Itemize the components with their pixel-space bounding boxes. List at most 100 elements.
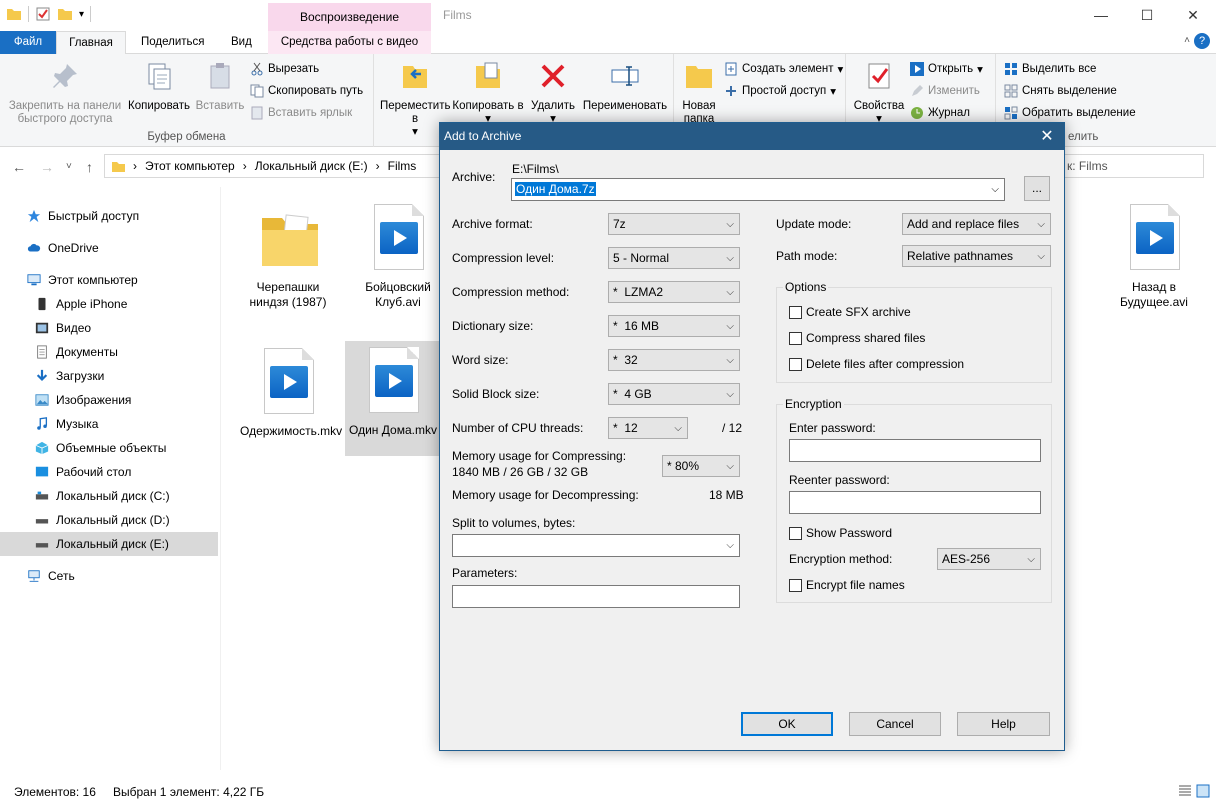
address-field[interactable]: › Этот компьютер › Локальный диск (E:) ›… [104,154,444,178]
invert-selection-button[interactable]: Обратить выделение [1004,106,1136,120]
minimize-button[interactable]: — [1078,0,1124,30]
tab-file[interactable]: Файл [0,31,56,54]
nav-item-documents[interactable]: Документы [0,340,218,364]
select-all-button[interactable]: Выделить все [1004,62,1096,76]
cut-button[interactable]: Вырезать [250,62,319,76]
network-icon [28,570,40,582]
path-mode-select[interactable]: Relative pathnames ⌵ [902,245,1051,267]
chevron-down-icon: ▾ [977,64,983,76]
tiles-view-icon[interactable] [1196,784,1210,798]
nav-item-onedrive[interactable]: OneDrive [0,236,218,260]
archive-path: E:\Films\ [512,162,559,176]
word-size-select[interactable]: * 32 ⌵ [608,349,740,371]
properties-button[interactable]: Свойства ▾ [852,60,906,126]
compression-level-select[interactable]: 5 - Normal ⌵ [608,247,740,269]
pin-quick-access-button[interactable]: Закрепить на панели быстрого доступа [6,60,124,126]
tab-view[interactable]: Вид [221,31,262,54]
open-button[interactable]: Открыть ▾ [910,62,983,76]
password-input[interactable] [789,439,1041,462]
tab-home[interactable]: Главная [56,31,126,55]
solid-block-select[interactable]: * 4 GB ⌵ [608,383,740,405]
chevron-down-icon[interactable]: ⌵ [991,179,999,200]
details-view-icon[interactable] [1178,784,1192,798]
new-folder-icon[interactable] [57,6,73,22]
delete-button[interactable]: Удалить ▾ [526,60,580,126]
compress-shared-checkbox[interactable]: Compress shared files [789,331,925,345]
edit-button[interactable]: Изменить [910,84,980,98]
select-none-button[interactable]: Снять выделение [1004,84,1117,98]
memory-usage-select[interactable]: * 80% ⌵ [662,455,740,477]
history-button[interactable]: Журнал [910,106,970,120]
file-tile[interactable]: Назад в Будущее.avi [1106,198,1202,310]
recent-locations-icon[interactable]: ˅ [66,161,72,172]
tab-share[interactable]: Поделиться [131,31,215,54]
checkbox-box [789,331,802,345]
help-button[interactable]: Help [957,712,1050,736]
qat-dropdown-icon[interactable]: ▾ [79,9,84,20]
easy-access-button[interactable]: Простой доступ ▾ [724,84,836,98]
archive-name-input[interactable]: Один Дома.7z ⌵ [511,178,1005,201]
show-password-checkbox[interactable]: Show Password [789,526,892,540]
breadcrumb-this-pc[interactable]: Этот компьютер [145,159,235,173]
copy-path-button[interactable]: Скопировать путь [250,84,363,98]
encryption-method-select[interactable]: AES-256 ⌵ [937,548,1041,570]
history-icon [911,107,923,119]
nav-item-drive-c[interactable]: Локальный диск (C:) [0,484,218,508]
breadcrumb-drive-e[interactable]: Локальный диск (E:) [255,159,368,173]
nav-item-desktop[interactable]: Рабочий стол [0,460,218,484]
cancel-button[interactable]: Cancel [849,712,941,736]
archive-format-select[interactable]: 7z ⌵ [608,213,740,235]
nav-item-3d-objects[interactable]: Объемные объекты [0,436,218,460]
maximize-button[interactable]: ☐ [1124,0,1170,30]
delete-after-checkbox[interactable]: Delete files after compression [789,357,964,371]
reenter-password-input[interactable] [789,491,1041,514]
nav-item-pictures[interactable]: Изображения [0,388,218,412]
breadcrumb-films[interactable]: Films [388,159,417,173]
dictionary-size-select[interactable]: * 16 MB ⌵ [608,315,740,337]
close-icon[interactable]: ✕ [1034,123,1060,150]
forward-arrow-icon[interactable]: → [40,159,54,175]
file-tile[interactable]: Черепашки ниндзя (1987) [240,198,336,310]
nav-item-music[interactable]: Музыка [0,412,218,436]
nav-item-drive-e[interactable]: Локальный диск (E:) [0,532,218,556]
rename-button[interactable]: Переименовать [578,60,672,113]
close-window-button[interactable]: ✕ [1170,0,1216,30]
file-tile-selected[interactable]: Один Дома.mkv [345,341,441,456]
back-arrow-icon[interactable]: ← [12,159,26,175]
nav-item-quick-access[interactable]: Быстрый доступ [0,204,218,228]
search-input[interactable]: к: Films [1060,154,1204,178]
create-sfx-checkbox[interactable]: Create SFX archive [789,305,911,319]
split-volumes-input[interactable]: ⌵ [452,534,740,557]
nav-item-apple-iphone[interactable]: Apple iPhone [0,292,218,316]
nav-item-this-pc[interactable]: Этот компьютер [0,268,218,292]
copy-button[interactable]: Копировать [126,60,192,113]
update-mode-select[interactable]: Add and replace files ⌵ [902,213,1051,235]
collapse-ribbon-icon[interactable]: ˄ [1184,35,1190,46]
nav-item-downloads[interactable]: Загрузки [0,364,218,388]
parameters-input[interactable] [452,585,740,608]
properties-icon[interactable] [35,6,51,22]
new-item-button[interactable]: Создать элемент ▾ [724,62,843,76]
rename-label: Переименовать [582,100,668,112]
nav-item-drive-d[interactable]: Локальный диск (D:) [0,508,218,532]
nav-item-network[interactable]: Сеть [0,564,218,588]
drive-icon [35,491,49,500]
paste-shortcut-button[interactable]: Вставить ярлык [250,106,352,120]
compression-method-select[interactable]: * LZMA2 ⌵ [608,281,740,303]
file-tile[interactable]: Одержимость.mkv [240,342,342,439]
nav-item-label: Объемные объекты [56,441,167,455]
paste-button[interactable]: Вставить [194,60,246,113]
show-password-label: Show Password [806,526,893,540]
up-arrow-icon[interactable]: ↑ [86,159,93,175]
nav-item-videos[interactable]: Видео [0,316,218,340]
browse-button[interactable]: ... [1024,176,1050,201]
ok-button[interactable]: OK [741,712,833,736]
tab-video-tools[interactable]: Средства работы с видео [268,31,431,54]
new-item-label: Создать элемент [742,63,834,75]
copy-to-button[interactable]: Копировать в ▾ [452,60,524,126]
cpu-threads-select[interactable]: * 12 ⌵ [608,417,688,439]
file-tile[interactable]: Бойцовский Клуб.avi [350,198,446,310]
help-icon[interactable]: ? [1194,33,1210,49]
encrypt-names-checkbox[interactable]: Encrypt file names [789,578,905,592]
new-folder-button[interactable]: Новая папка [678,60,720,126]
